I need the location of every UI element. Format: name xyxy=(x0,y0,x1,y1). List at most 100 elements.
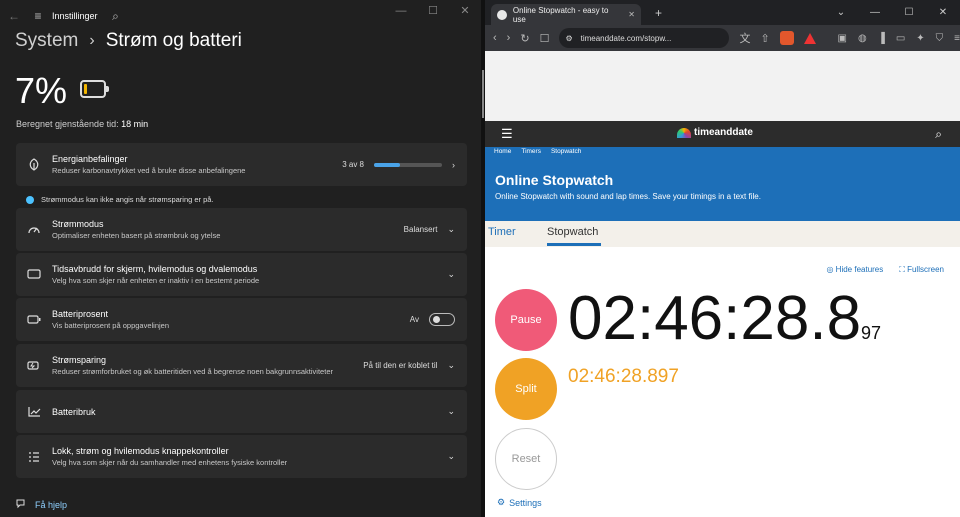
vpn-icon[interactable]: ⛉ xyxy=(936,33,944,44)
fullscreen-link[interactable]: ⛶ Fullscreen xyxy=(899,265,944,275)
card-subtitle: Reduser strømforbruket og øk batteritide… xyxy=(52,367,333,376)
hide-features-label: Hide features xyxy=(835,265,884,274)
maximize-button[interactable]: ☐ xyxy=(892,0,926,25)
card-subtitle: Optimaliser enheten basert på strømbruk … xyxy=(52,231,221,240)
card-title: Strømsparing xyxy=(52,355,107,365)
settings-link[interactable]: ⚙ Settings xyxy=(497,497,542,508)
window-controls: — ☐ ✕ xyxy=(385,0,481,28)
reader-icon[interactable]: ▣ xyxy=(838,33,847,44)
translate-icon[interactable]: 文 xyxy=(739,30,750,46)
new-tab-button[interactable]: + xyxy=(655,6,662,20)
card-title: Strømmodus xyxy=(52,219,104,229)
card-text: Energianbefalinger Reduser karbonavtrykk… xyxy=(52,154,245,175)
chevron-down-icon[interactable]: ⌄ xyxy=(447,269,455,280)
page-header: Home Timers Stopwatch Online Stopwatch O… xyxy=(485,147,960,221)
reset-button[interactable]: Reset xyxy=(495,428,557,490)
minimize-button[interactable]: — xyxy=(858,0,892,25)
tab-title: Online Stopwatch - easy to use xyxy=(512,5,609,24)
card-power-mode[interactable]: Strømmodus Optimaliser enheten basert på… xyxy=(16,208,467,251)
lap-time: 02:46:28.897 xyxy=(568,366,679,387)
pause-button[interactable]: Pause xyxy=(495,289,557,351)
share-icon[interactable]: ⇧ xyxy=(760,32,769,45)
site-logo[interactable]: timeanddate xyxy=(677,127,753,138)
screen-sleep-icon xyxy=(16,269,52,280)
maximize-button[interactable]: ☐ xyxy=(417,0,449,28)
active-tab-underline xyxy=(547,243,601,246)
minimize-button[interactable]: — xyxy=(385,0,417,28)
help-link-label[interactable]: Få hjelp xyxy=(35,500,67,510)
site-navbar: ☰ timeanddate ⌕ xyxy=(485,121,960,147)
list-icon xyxy=(16,451,52,463)
scrollbar-thumb[interactable] xyxy=(482,70,484,118)
extensions-icon[interactable]: ✦ xyxy=(916,33,924,44)
power-mode-icon xyxy=(16,224,52,236)
menu-icon[interactable]: ≡ xyxy=(954,33,960,44)
tab-search-icon[interactable]: ⌄ xyxy=(824,0,858,25)
card-screen-timeout[interactable]: Tidsavbrudd for skjerm, hvilemodus og dv… xyxy=(16,253,467,296)
chevron-down-icon[interactable]: ⌄ xyxy=(447,406,455,417)
chevron-right-icon: › xyxy=(452,159,455,170)
site-info-icon[interactable]: ⚙ xyxy=(565,34,572,43)
breadcrumb-timers[interactable]: Timers xyxy=(521,148,541,155)
leo-icon[interactable]: ◍ xyxy=(858,33,867,44)
wallet-icon[interactable]: ▭ xyxy=(896,33,905,44)
page-description: Online Stopwatch with sound and lap time… xyxy=(495,192,761,201)
close-tab-icon[interactable]: ✕ xyxy=(628,10,635,19)
card-energy-recommendations[interactable]: Energianbefalinger Reduser karbonavtrykk… xyxy=(16,143,467,186)
back-icon[interactable]: ‹ xyxy=(493,32,497,44)
help-link[interactable]: Få hjelp xyxy=(16,499,67,511)
chevron-down-icon[interactable]: ⌄ xyxy=(447,451,455,462)
card-subtitle: Vis batteriprosent på oppgavelinjen xyxy=(52,321,170,330)
brave-shields-icon[interactable] xyxy=(779,31,794,45)
address-bar[interactable]: ⚙ timeanddate.com/stopw... xyxy=(559,28,730,48)
search-icon[interactable]: ⌕ xyxy=(935,127,942,142)
hamburger-menu-icon[interactable]: ☰ xyxy=(501,126,513,142)
info-icon xyxy=(26,195,34,204)
eye-slash-icon: ◎ xyxy=(826,265,836,274)
chart-icon xyxy=(16,406,52,417)
hide-features-link[interactable]: ◎ Hide features xyxy=(826,265,883,275)
chevron-down-icon: ⌄ xyxy=(447,360,455,370)
close-button[interactable]: ✕ xyxy=(449,0,481,28)
breadcrumb-system[interactable]: System xyxy=(15,30,78,52)
fullscreen-label: Fullscreen xyxy=(907,265,944,274)
bookmark-icon[interactable]: ☐ xyxy=(540,32,550,45)
reload-icon[interactable]: ↻ xyxy=(520,32,529,45)
battery-icon xyxy=(80,80,109,98)
close-button[interactable]: ✕ xyxy=(926,0,960,25)
card-lid-power-buttons[interactable]: Lokk, strøm og hvilemodus knappekontroll… xyxy=(16,435,467,478)
chevron-right-icon: › xyxy=(89,32,95,49)
toggle-knob xyxy=(433,316,440,323)
card-text: Batteriprosent Vis batteriprosent på opp… xyxy=(52,309,169,330)
battery-percentage-toggle[interactable] xyxy=(429,313,455,326)
back-arrow-icon[interactable]: ← xyxy=(2,9,26,23)
battery-level xyxy=(84,84,87,94)
card-subtitle: Velg hva som skjer når du samhandler med… xyxy=(52,458,288,467)
tab-online-stopwatch[interactable]: Online Stopwatch - easy to use ✕ xyxy=(491,4,641,25)
sidebar-icon[interactable]: ▐ xyxy=(878,33,885,44)
page-title: Strøm og batteri xyxy=(105,30,242,51)
forward-icon[interactable]: › xyxy=(507,32,511,44)
tab-stopwatch[interactable]: Stopwatch xyxy=(547,226,598,238)
url-text[interactable]: timeanddate.com/stopw... xyxy=(581,34,672,43)
card-battery-usage[interactable]: Batteribruk ⌄ xyxy=(16,390,467,433)
breadcrumb-stopwatch[interactable]: Stopwatch xyxy=(551,148,581,155)
card-subtitle: Velg hva som skjer når enheten er inakti… xyxy=(52,276,260,285)
menu-icon[interactable]: ≡ xyxy=(26,9,50,23)
card-battery-saver[interactable]: Strømsparing Reduser strømforbruket og ø… xyxy=(16,344,467,387)
settings-titlebar: ← ≡ Innstillinger ⌕ — ☐ ✕ xyxy=(0,0,481,32)
brave-rewards-icon[interactable] xyxy=(803,32,816,44)
card-right: Av xyxy=(410,313,467,326)
tab-timer[interactable]: Timer xyxy=(488,226,516,238)
search-icon[interactable]: ⌕ xyxy=(104,9,128,24)
battery-saver-dropdown[interactable]: På til den er koblet til ⌄ xyxy=(363,360,467,371)
breadcrumb-home[interactable]: Home xyxy=(494,148,511,155)
info-message: Strømmodus kan ikke angis når strømspari… xyxy=(26,195,214,204)
fullscreen-icon: ⛶ xyxy=(899,265,908,274)
leaf-icon xyxy=(16,158,52,171)
split-button[interactable]: Split xyxy=(495,358,557,420)
tab-strip: Online Stopwatch - easy to use ✕ + ⌄ — ☐… xyxy=(485,0,960,25)
power-mode-dropdown[interactable]: Balansert ⌄ xyxy=(404,224,467,235)
battery-saver-icon xyxy=(16,361,52,370)
card-title: Lokk, strøm og hvilemodus knappekontroll… xyxy=(52,446,229,456)
